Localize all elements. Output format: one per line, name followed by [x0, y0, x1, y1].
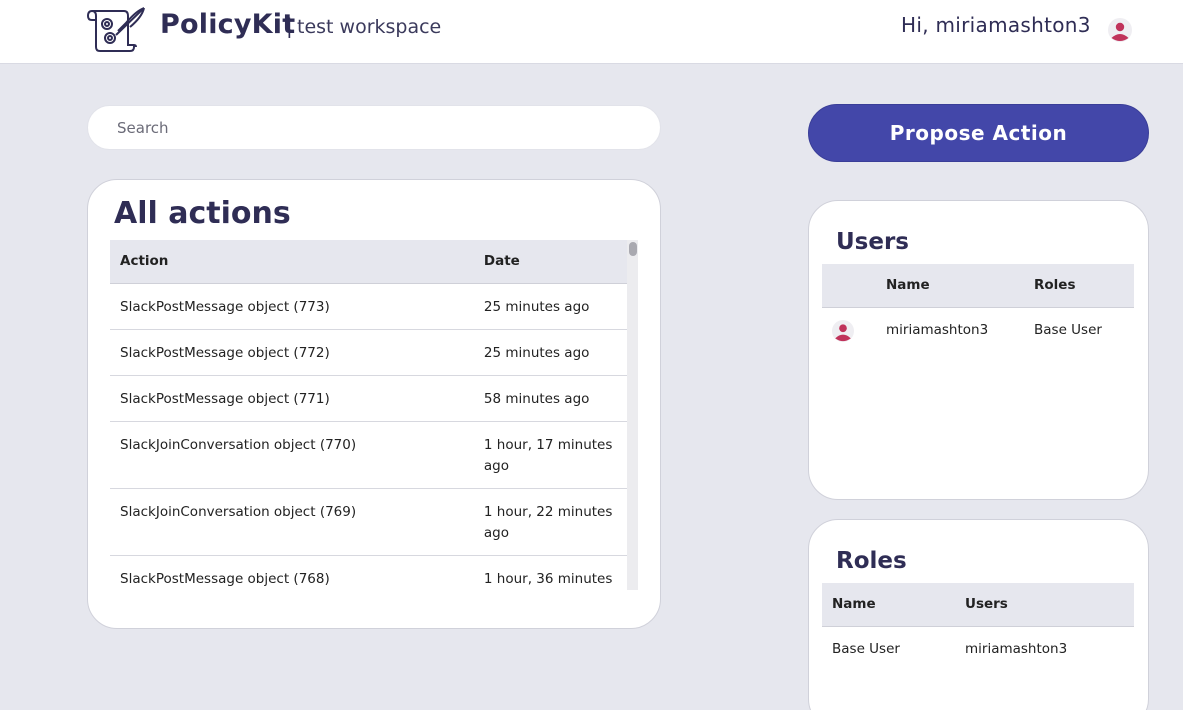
column-header-action: Action [110, 240, 474, 284]
propose-action-button[interactable]: Propose Action [808, 104, 1149, 162]
column-header-name: Name [876, 264, 1024, 308]
scroll-gears-logo-icon[interactable] [86, 5, 148, 53]
action-date: 25 minutes ago [473, 283, 638, 330]
action-date: 1 hour, 22 minutes ago [473, 488, 638, 556]
action-date: 58 minutes ago [473, 375, 638, 422]
column-header-date: Date [473, 240, 638, 284]
all-actions-card: All actions Action Date SlackPostMessage… [87, 179, 661, 629]
users-title: Users [836, 229, 909, 255]
actions-table-container[interactable]: Action Date SlackPostMessage object (773… [110, 240, 638, 590]
user-roles: Base User [1034, 321, 1102, 338]
actions-table-header: Action Date [110, 240, 638, 284]
action-name: SlackJoinConversation object (770) [110, 421, 474, 489]
action-name: SlackPostMessage object (773) [110, 283, 474, 330]
workspace-name: test workspace [297, 16, 442, 38]
search-input[interactable] [87, 105, 661, 150]
column-header-users: Users [955, 583, 1134, 627]
action-date: 1 hour, 17 minutes ago [473, 421, 638, 489]
role-name: Base User [832, 640, 900, 657]
user-name: miriamashton3 [886, 321, 989, 338]
role-users: miriamashton3 [965, 640, 1068, 657]
table-row[interactable]: SlackPostMessage object (773) 25 minutes… [110, 283, 638, 330]
actions-scrollbar[interactable] [627, 240, 638, 590]
actions-scrollbar-thumb[interactable] [629, 242, 637, 256]
action-date: 25 minutes ago [473, 329, 638, 376]
table-row[interactable]: SlackPostMessage object (768) 1 hour, 36… [110, 555, 638, 590]
table-row[interactable]: SlackPostMessage object (772) 25 minutes… [110, 329, 638, 376]
table-row[interactable]: SlackPostMessage object (771) 58 minutes… [110, 375, 638, 422]
table-row[interactable]: SlackJoinConversation object (769) 1 hou… [110, 488, 638, 556]
action-name: SlackPostMessage object (772) [110, 329, 474, 376]
roles-title: Roles [836, 548, 907, 574]
column-header-roles: Roles [1024, 264, 1134, 308]
user-avatar-icon[interactable] [1108, 18, 1132, 42]
table-row[interactable]: Base User miriamashton3 [822, 626, 1134, 671]
brand-separator: | [286, 14, 293, 38]
action-name: SlackPostMessage object (768) [110, 555, 474, 590]
column-header-name: Name [822, 583, 955, 627]
users-table: Name Roles miriamashton3 Base User [822, 264, 1134, 353]
user-avatar-icon [832, 319, 854, 342]
user-greeting: Hi, miriamashton3 [901, 13, 1091, 37]
action-name: SlackJoinConversation object (769) [110, 488, 474, 556]
user-avatar-cell [822, 307, 876, 353]
all-actions-title: All actions [114, 196, 291, 231]
action-date: 1 hour, 36 minutes ago [473, 555, 638, 590]
table-row[interactable]: SlackJoinConversation object (770) 1 hou… [110, 421, 638, 489]
roles-table: Name Users Base User miriamashton3 [822, 583, 1134, 671]
top-navbar: PolicyKit | test workspace Hi, miriamash… [0, 0, 1183, 64]
users-card: Users Name Roles miriamashton3 Base User [808, 200, 1149, 500]
actions-table: Action Date SlackPostMessage object (773… [110, 240, 638, 590]
table-row[interactable]: miriamashton3 Base User [822, 307, 1134, 353]
column-header-avatar [822, 264, 876, 308]
brand-name[interactable]: PolicyKit [160, 9, 295, 40]
roles-table-header: Name Users [822, 583, 1134, 627]
action-name: SlackPostMessage object (771) [110, 375, 474, 422]
users-table-header: Name Roles [822, 264, 1134, 308]
roles-card: Roles Name Users Base User miriamashton3 [808, 519, 1149, 710]
